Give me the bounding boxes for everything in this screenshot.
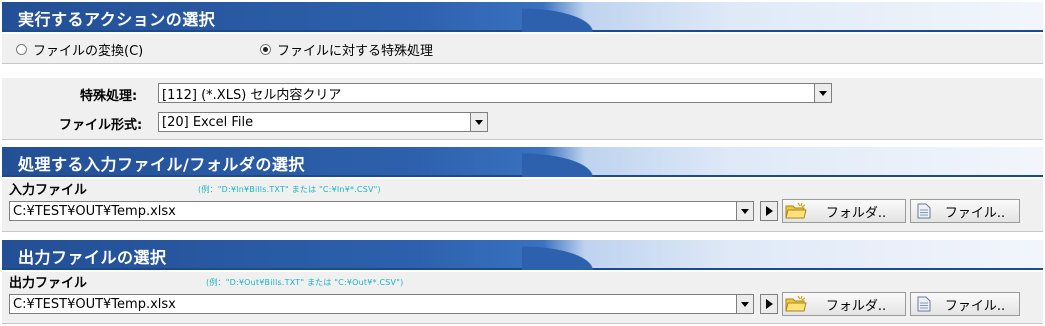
output-file-label-btn: ファイル.. <box>944 298 1006 314</box>
action-section-title: 実行するアクションの選択 <box>18 10 216 29</box>
output-panel: 出力ファイル (例："D:¥Out¥Bills.TXT" または "C:¥Out… <box>2 272 1043 324</box>
action-panel: ファイルの変換(C) ファイルに対する特殊処理 <box>2 34 1043 64</box>
input-panel: 入力ファイル (例："D:¥In¥Bills.TXT" または "C:¥In¥*… <box>2 179 1043 232</box>
special-select[interactable]: [112] (*.XLS) セル内容クリア <box>158 83 814 103</box>
file-icon <box>917 296 931 312</box>
radio-special[interactable]: ファイルに対する特殊処理 <box>260 40 433 59</box>
radio-convert-label: ファイルの変換(C) <box>33 44 144 59</box>
output-run-button[interactable] <box>760 294 778 314</box>
input-section-title: 処理する入力ファイル/フォルダの選択 <box>18 155 305 174</box>
input-folder-button[interactable]: フォルダ.. <box>782 199 906 223</box>
output-section-title: 出力ファイルの選択 <box>18 248 167 267</box>
input-section-header: 処理する入力ファイル/フォルダの選択 <box>2 147 1043 177</box>
play-icon <box>765 206 773 216</box>
input-folder-label: フォルダ.. <box>825 205 887 221</box>
format-dropdown-button[interactable] <box>470 112 488 132</box>
output-folder-label: フォルダ.. <box>825 298 887 314</box>
output-file-label: 出力ファイル <box>9 276 88 291</box>
folder-icon <box>785 295 807 312</box>
output-hint: (例："D:¥Out¥Bills.TXT" または "C:¥Out¥*.CSV"… <box>206 278 404 287</box>
output-section-header: 出力ファイルの選択 <box>2 240 1043 270</box>
folder-icon <box>785 202 807 219</box>
input-path-field[interactable]: C:¥TEST¥OUT¥Temp.xlsx <box>9 201 736 221</box>
radio-convert[interactable]: ファイルの変換(C) <box>16 40 143 59</box>
play-icon <box>765 299 773 309</box>
chevron-down-icon <box>475 119 483 125</box>
input-path-value: C:¥TEST¥OUT¥Temp.xlsx <box>13 203 176 219</box>
input-hint: (例："D:¥In¥Bills.TXT" または "C:¥In¥*.CSV") <box>198 185 381 194</box>
radio-special-circle[interactable] <box>260 44 271 55</box>
settings-panel: 特殊処理: [112] (*.XLS) セル内容クリア ファイル形式: [20]… <box>2 78 1043 140</box>
input-run-button[interactable] <box>760 201 778 221</box>
format-label: ファイル形式: <box>59 118 143 133</box>
output-dropdown-button[interactable] <box>736 294 754 314</box>
action-section-header: 実行するアクションの選択 <box>2 2 1043 32</box>
input-file-label-btn: ファイル.. <box>944 205 1006 221</box>
format-select[interactable]: [20] Excel File <box>158 112 470 132</box>
input-dropdown-button[interactable] <box>736 201 754 221</box>
radio-convert-circle[interactable] <box>16 44 27 55</box>
output-path-field[interactable]: C:¥TEST¥OUT¥Temp.xlsx <box>9 294 736 314</box>
output-file-button[interactable]: ファイル.. <box>910 292 1020 316</box>
chevron-down-icon <box>819 90 827 96</box>
input-file-button[interactable]: ファイル.. <box>910 199 1020 223</box>
output-folder-button[interactable]: フォルダ.. <box>782 292 906 316</box>
output-path-value: C:¥TEST¥OUT¥Temp.xlsx <box>13 296 176 312</box>
radio-special-label: ファイルに対する特殊処理 <box>277 44 434 59</box>
special-dropdown-button[interactable] <box>814 83 832 103</box>
special-select-value: [112] (*.XLS) セル内容クリア <box>162 87 342 103</box>
input-file-label: 入力ファイル <box>9 183 88 198</box>
format-select-value: [20] Excel File <box>162 114 254 130</box>
special-label: 特殊処理: <box>80 89 138 104</box>
chevron-down-icon <box>741 301 749 307</box>
file-icon <box>917 203 931 219</box>
chevron-down-icon <box>741 208 749 214</box>
